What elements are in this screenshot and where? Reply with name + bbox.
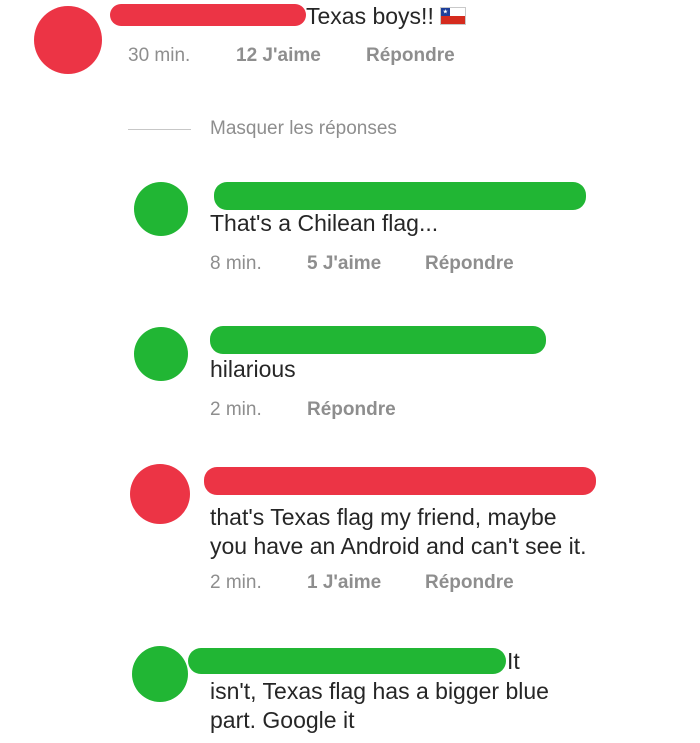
avatar[interactable]	[34, 6, 102, 74]
comment-text-fragment: It	[507, 648, 520, 674]
comment-text: That's a Chilean flag...	[210, 210, 439, 236]
redacted-username	[214, 182, 586, 210]
like-count[interactable]: 1 J'aime	[307, 572, 381, 594]
avatar[interactable]	[130, 464, 190, 524]
comment-text-line: you have an Android and can't see it.	[210, 533, 587, 559]
reply-button[interactable]: Répondre	[425, 253, 514, 275]
redacted-username	[204, 467, 596, 495]
comment-text: hilarious	[210, 356, 296, 382]
like-count[interactable]: 12 J'aime	[236, 45, 321, 67]
comment-time: 30 min.	[128, 45, 191, 66]
comment-text-line: that's Texas flag my friend, maybe	[210, 504, 557, 530]
redacted-username	[210, 326, 546, 354]
avatar[interactable]	[134, 182, 188, 236]
chile-flag-icon	[439, 7, 466, 25]
reply-button[interactable]: Répondre	[307, 399, 396, 421]
avatar[interactable]	[132, 646, 188, 702]
redacted-username	[110, 4, 306, 26]
reply-button[interactable]: Répondre	[425, 572, 514, 594]
redacted-username	[188, 648, 506, 674]
comment-text-line: part. Google it	[210, 707, 355, 733]
comment-time: 8 min.	[210, 253, 262, 274]
comment-text: Texas boys!!	[306, 2, 466, 31]
comment-time: 2 min.	[210, 572, 262, 593]
comment-time: 2 min.	[210, 399, 262, 420]
reply-button[interactable]: Répondre	[366, 45, 455, 67]
comment-text-line: isn't, Texas flag has a bigger blue	[210, 678, 549, 704]
hide-replies-button[interactable]: Masquer les réponses	[210, 118, 397, 140]
replies-divider	[128, 129, 191, 130]
avatar[interactable]	[134, 327, 188, 381]
like-count[interactable]: 5 J'aime	[307, 253, 381, 275]
